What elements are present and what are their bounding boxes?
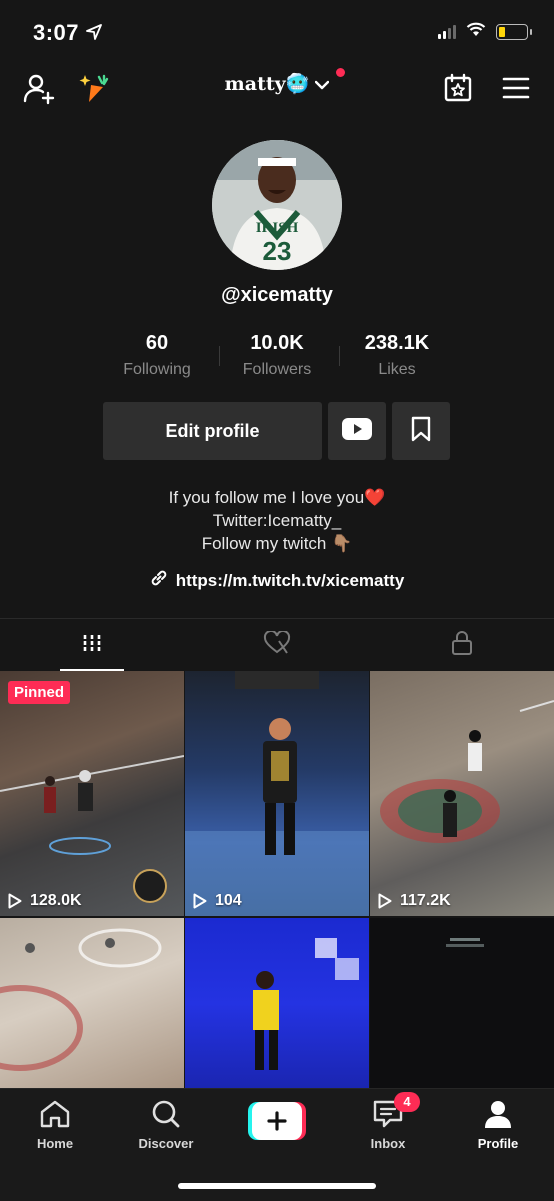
stat-label: Followers	[242, 361, 312, 378]
nav-label: Home	[36, 1136, 74, 1151]
play-icon	[8, 893, 22, 909]
youtube-icon	[342, 417, 372, 445]
video-views: 104	[193, 892, 242, 910]
nav-home[interactable]: Home	[10, 1099, 100, 1151]
tab-liked[interactable]	[185, 619, 370, 671]
svg-text:23: 23	[263, 236, 292, 266]
notification-dot	[336, 68, 346, 77]
youtube-button[interactable]	[328, 402, 386, 460]
menu-icon[interactable]	[498, 70, 534, 106]
video-thumbnail[interactable]	[370, 918, 554, 1090]
favorites-button[interactable]	[392, 402, 450, 460]
nav-profile[interactable]: Profile	[453, 1099, 543, 1151]
bio-line: Twitter:Icematty_	[212, 511, 342, 530]
nav-label: Inbox	[370, 1136, 406, 1151]
home-indicator	[178, 1183, 376, 1189]
profile-stats: 60 Following 10.0K Followers 238.1K Like…	[0, 332, 554, 379]
stat-label: Likes	[378, 361, 416, 378]
inbox-badge: 4	[394, 1092, 420, 1112]
stat-followers[interactable]: 10.0K Followers	[217, 332, 337, 379]
nav-discover[interactable]: Discover	[121, 1099, 211, 1151]
hidden-heart-icon	[263, 629, 291, 660]
view-count: 128.0K	[30, 892, 82, 909]
play-icon	[378, 893, 392, 909]
bookmark-icon	[411, 416, 431, 447]
view-count: 117.2K	[400, 892, 451, 909]
video-thumbnail[interactable]: Pinned 128.0K	[0, 671, 184, 916]
battery-icon	[496, 24, 532, 40]
calendar-star-icon[interactable]	[440, 70, 476, 106]
video-views: 117.2K	[378, 892, 451, 910]
link-icon	[150, 569, 168, 592]
stat-value: 238.1K	[364, 332, 430, 354]
stat-value: 60	[145, 332, 169, 354]
profile-tabs	[0, 618, 554, 671]
profile-icon	[485, 1101, 511, 1128]
tab-videos[interactable]	[0, 619, 185, 671]
plus-icon	[248, 1102, 306, 1140]
cellular-signal-icon	[438, 25, 456, 39]
nav-inbox[interactable]: Inbox	[343, 1099, 433, 1151]
stat-following[interactable]: 60 Following	[97, 332, 217, 379]
pinned-badge: Pinned	[8, 681, 71, 704]
profile-bio: If you follow me I love you❤️ Twitter:Ic…	[0, 486, 554, 555]
video-grid: Pinned 128.0K 104 117.2K	[0, 671, 554, 1090]
profile-link[interactable]: https://m.twitch.tv/xicematty	[0, 569, 554, 592]
video-thumbnail[interactable]: 104	[185, 671, 369, 916]
stat-label: Following	[123, 361, 191, 378]
search-icon	[152, 1100, 180, 1128]
location-arrow-icon	[86, 24, 102, 45]
bio-line: Follow my twitch 👇🏽	[201, 534, 353, 553]
chevron-down-icon	[315, 73, 330, 95]
grid-icon	[81, 632, 103, 659]
username-label: matty🥶	[224, 73, 310, 95]
play-icon	[193, 893, 207, 909]
video-thumbnail[interactable]	[185, 918, 369, 1090]
home-icon	[40, 1100, 70, 1128]
profile-handle: @xicematty	[221, 284, 333, 306]
wifi-icon	[466, 22, 486, 42]
video-thumbnail[interactable]	[0, 918, 184, 1090]
stat-likes[interactable]: 238.1K Likes	[337, 332, 457, 379]
video-views: 128.0K	[8, 892, 82, 910]
view-count: 104	[215, 892, 242, 909]
status-time: 3:07	[33, 20, 80, 45]
link-text: https://m.twitch.tv/xicematty	[175, 570, 405, 590]
avatar[interactable]: IRISH 23	[212, 140, 342, 270]
nav-label: Discover	[138, 1136, 194, 1151]
status-icons	[438, 22, 532, 42]
nav-label: Profile	[477, 1136, 519, 1151]
lock-icon	[451, 630, 473, 661]
bio-line: If you follow me I love you❤️	[168, 488, 386, 507]
tab-private[interactable]	[369, 619, 554, 671]
stat-value: 10.0K	[250, 332, 304, 354]
edit-profile-button[interactable]: Edit profile	[103, 402, 322, 460]
video-thumbnail[interactable]: 117.2K	[370, 671, 554, 916]
svg-text:IRISH: IRISH	[256, 220, 299, 236]
create-video-button[interactable]	[248, 1102, 306, 1140]
